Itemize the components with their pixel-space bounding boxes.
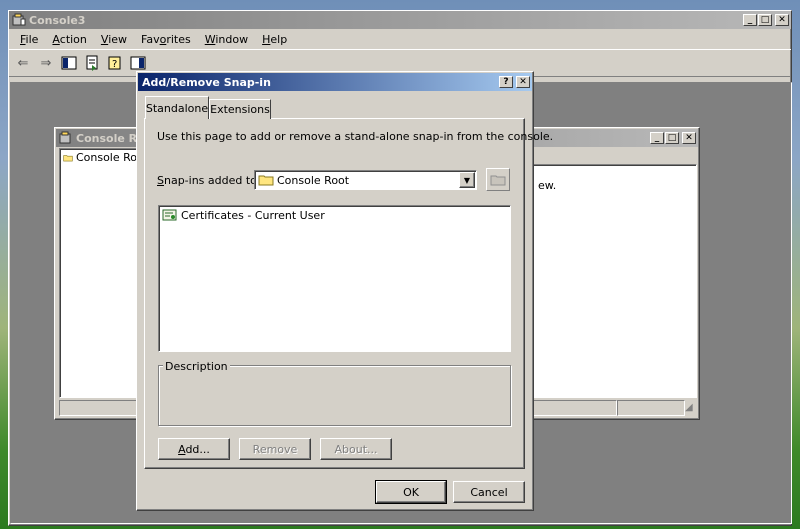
remove-button[interactable]: Remove	[239, 438, 311, 460]
cancel-button[interactable]: Cancel	[453, 481, 525, 503]
dialog-help-button[interactable]: ?	[499, 76, 513, 88]
snapins-selected-value: Console Root	[277, 173, 350, 187]
ok-button-label: OK	[403, 485, 419, 499]
tree-item-label: Console Ro	[75, 151, 137, 164]
minimize-button[interactable]: _	[743, 14, 757, 26]
status-bar-right	[617, 400, 685, 416]
folder-icon	[63, 154, 73, 161]
console-icon	[12, 13, 26, 26]
forward-arrow-icon[interactable]: ⇒	[36, 53, 56, 73]
snapin-list[interactable]: Certificates - Current User	[158, 205, 511, 352]
tab-standalone-label: Standalone	[145, 101, 209, 115]
add-button-label: Add...	[178, 442, 210, 456]
snapins-added-to-label: Snap-ins added to:	[157, 174, 261, 187]
maximize-button[interactable]: □	[758, 14, 772, 26]
tab-standalone[interactable]: Standalone	[145, 96, 209, 119]
description-group	[158, 365, 511, 426]
child-maximize-button[interactable]: □	[665, 132, 679, 144]
dialog-close-button[interactable]: ✕	[516, 76, 530, 88]
menu-file[interactable]: File	[13, 33, 45, 46]
tree-item-console-root[interactable]: Console Ro	[60, 149, 140, 166]
chevron-down-icon[interactable]: ▼	[459, 172, 475, 188]
help-icon[interactable]: ?	[105, 53, 125, 73]
browse-folder-button[interactable]	[486, 168, 510, 191]
dialog-title-bar[interactable]: Add/Remove Snap-in ? ✕	[138, 73, 532, 91]
description-label: Description	[163, 360, 230, 373]
result-pane-text: ew.	[538, 179, 557, 192]
back-arrow-icon[interactable]: ⇐	[13, 53, 33, 73]
about-button[interactable]: About...	[320, 438, 392, 460]
remove-button-label: Remove	[252, 442, 298, 456]
properties-icon[interactable]	[128, 53, 148, 73]
menu-help[interactable]: Help	[255, 33, 294, 46]
close-button[interactable]: ✕	[775, 14, 789, 26]
result-pane: ew.	[531, 164, 697, 398]
menu-favorites[interactable]: Favorites	[134, 33, 198, 46]
svg-text:?: ?	[112, 59, 117, 70]
main-title-bar[interactable]: Console3 _ □ ✕	[9, 11, 791, 29]
about-button-label: About...	[334, 442, 378, 456]
main-window-title: Console3	[29, 13, 86, 27]
intro-text: Use this page to add or remove a stand-a…	[157, 130, 554, 143]
dialog-title: Add/Remove Snap-in	[142, 75, 271, 89]
tab-extensions-label: Extensions	[210, 103, 270, 116]
show-hide-tree-icon[interactable]	[59, 53, 79, 73]
export-list-icon[interactable]	[82, 53, 102, 73]
ok-button[interactable]: OK	[375, 480, 447, 504]
child-minimize-button[interactable]: _	[650, 132, 664, 144]
console-root-icon	[59, 131, 71, 144]
menu-action[interactable]: Action	[45, 33, 93, 46]
list-item[interactable]: Certificates - Current User	[159, 206, 510, 224]
tab-extensions[interactable]: Extensions	[209, 99, 271, 119]
tree-pane: Console Ro	[59, 148, 141, 398]
snapins-added-to-select[interactable]: Console Root ▼	[254, 170, 477, 190]
cancel-button-label: Cancel	[470, 485, 508, 499]
resize-grip-icon[interactable]: ◢	[685, 402, 693, 413]
list-item-label: Certificates - Current User	[181, 208, 325, 222]
folder-up-icon	[490, 175, 506, 186]
menu-bar: File Action View Favorites Window Help	[9, 29, 791, 49]
certificates-icon	[162, 209, 177, 221]
add-button[interactable]: Add...	[158, 438, 230, 460]
child-close-button[interactable]: ✕	[682, 132, 696, 144]
menu-window[interactable]: Window	[198, 33, 255, 46]
folder-icon	[258, 175, 274, 186]
menu-view[interactable]: View	[94, 33, 134, 46]
